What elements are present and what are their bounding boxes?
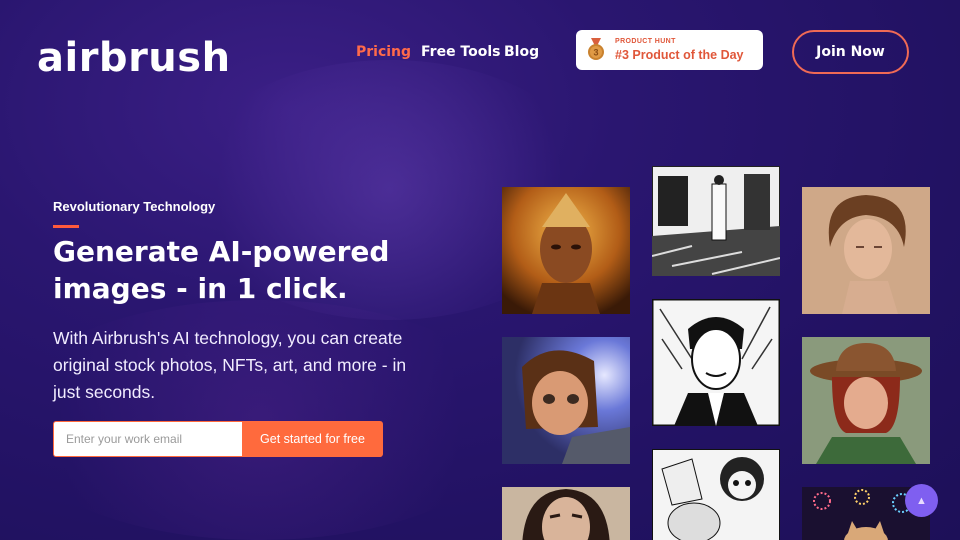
join-now-button[interactable]: Join Now xyxy=(792,30,909,74)
medal-icon: 3 xyxy=(588,38,604,60)
gallery-image-curly-woman xyxy=(802,187,930,314)
get-started-button[interactable]: Get started for free xyxy=(242,421,383,457)
product-hunt-rank: #3 Product of the Day xyxy=(615,48,744,62)
medal-number: 3 xyxy=(593,48,598,58)
email-input[interactable] xyxy=(53,421,243,457)
hero-headline: Generate AI-powered images - in 1 click. xyxy=(53,235,390,305)
product-hunt-label: PRODUCT HUNT xyxy=(615,38,676,45)
gallery-image-animated-girl xyxy=(502,337,630,464)
hero-eyebrow: Revolutionary Technology xyxy=(53,199,216,214)
hero-subtext: With Airbrush's AI technology, you can c… xyxy=(53,328,407,402)
nav-pricing[interactable]: Pricing xyxy=(356,44,411,60)
gallery-image-golden-warrior xyxy=(502,187,630,314)
gallery-image-sketched-interior xyxy=(652,166,780,276)
gallery-image-dark-haired-woman xyxy=(502,487,630,540)
gallery-image-brown-hat-woman xyxy=(802,337,930,464)
gallery-image-comic-man xyxy=(652,299,780,426)
chevron-up-icon: ▲ xyxy=(916,494,927,507)
scroll-to-top-button[interactable]: ▲ xyxy=(905,484,938,517)
eyebrow-underline xyxy=(53,225,79,228)
gallery-image-manga-sketch xyxy=(652,449,780,540)
airbrush-logo[interactable]: airbrush xyxy=(37,36,231,80)
nav-blog[interactable]: Blog xyxy=(504,44,539,60)
nav-free-tools[interactable]: Free Tools xyxy=(421,44,501,60)
product-hunt-badge[interactable]: 3 PRODUCT HUNT #3 Product of the Day xyxy=(576,30,763,70)
